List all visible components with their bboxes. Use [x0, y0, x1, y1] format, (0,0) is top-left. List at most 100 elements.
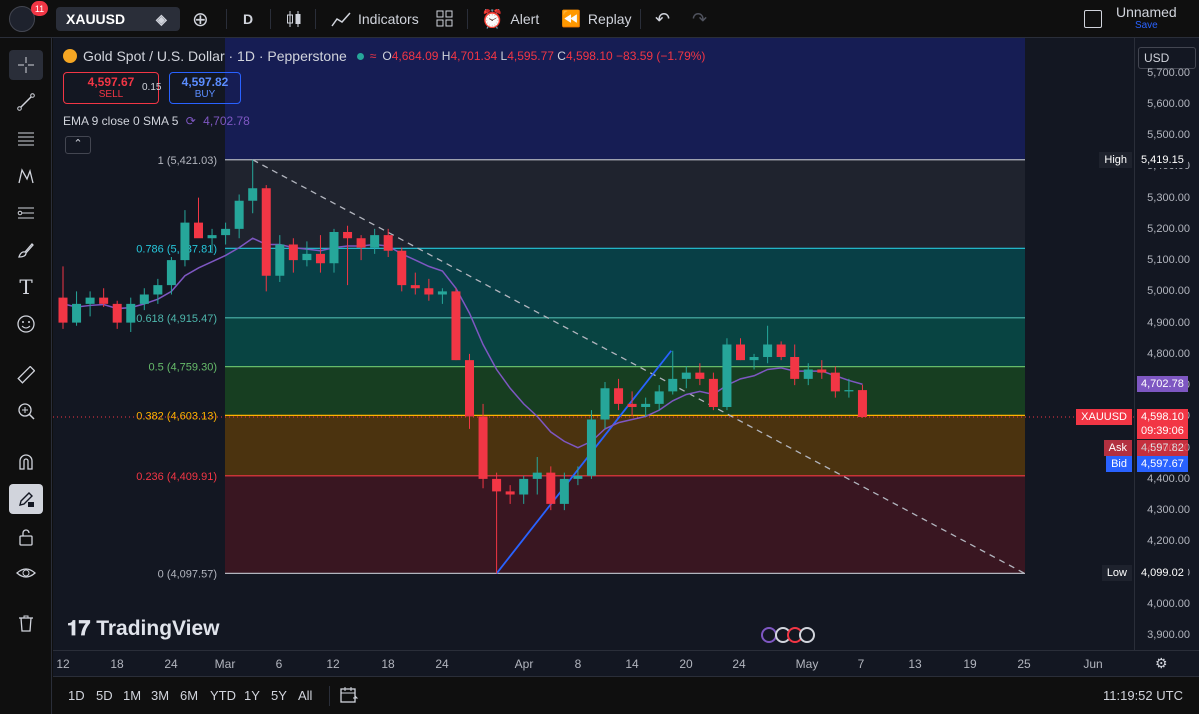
- economic-event-icon: [761, 627, 777, 643]
- bid-label: Bid: [1106, 455, 1132, 472]
- text-tool-icon[interactable]: T: [9, 272, 43, 302]
- undo-icon[interactable]: ↶: [655, 0, 670, 38]
- time-tick-label: 8: [574, 657, 582, 671]
- candle-body: [112, 303, 122, 323]
- range-button-5d[interactable]: 5D: [96, 688, 113, 703]
- range-button-ytd[interactable]: YTD: [210, 688, 236, 703]
- high-price-badge: 5,419.15: [1137, 152, 1188, 169]
- candle-body: [505, 491, 515, 495]
- range-button-6m[interactable]: 6M: [180, 688, 198, 703]
- candle-body: [830, 372, 840, 392]
- time-tick-label: Jun: [1083, 657, 1103, 671]
- candle-body: [532, 472, 542, 479]
- pattern-icon[interactable]: [9, 161, 43, 191]
- time-tick-label: 12: [56, 657, 70, 671]
- range-button-3m[interactable]: 3M: [151, 688, 169, 703]
- price-tick-label: 4,800.00: [1147, 347, 1190, 360]
- candle-body: [248, 188, 258, 201]
- indicators-icon: [331, 12, 351, 27]
- price-tick-label: 4,200.00: [1147, 535, 1190, 548]
- candle-body: [153, 285, 163, 295]
- crosshair-icon[interactable]: [9, 50, 43, 80]
- fib-zone-0.5: [225, 366, 1025, 416]
- projection-icon[interactable]: [9, 198, 43, 228]
- candle-body: [749, 357, 759, 361]
- candle-body: [519, 478, 529, 495]
- fib-zone-0.382: [225, 415, 1025, 476]
- goto-date-icon[interactable]: [339, 686, 359, 709]
- candle-body: [763, 344, 773, 358]
- eye-icon[interactable]: [9, 558, 43, 588]
- time-tick-label: 24: [732, 657, 746, 671]
- interval-button[interactable]: D: [243, 0, 253, 38]
- candle-body: [370, 235, 380, 248]
- time-tick-label: 24: [435, 657, 449, 671]
- ruler-icon[interactable]: [9, 360, 43, 390]
- trash-icon[interactable]: [9, 608, 43, 638]
- buy-button[interactable]: 4,597.82 BUY: [169, 72, 241, 104]
- spread-value: 0.15: [142, 82, 162, 93]
- price-tick-label: 5,700.00: [1147, 66, 1190, 79]
- time-tick-label: 13: [908, 657, 922, 671]
- candle-body: [573, 475, 583, 479]
- chart-title: Gold Spot / U.S. Dollar · 1D · Peppersto…: [83, 48, 347, 64]
- emoji-icon[interactable]: [9, 309, 43, 339]
- time-tick-label: 7: [857, 657, 865, 671]
- time-tick-label: 24: [164, 657, 178, 671]
- ema-legend[interactable]: EMA 9 close 0 SMA 5 ⟳ 4,702.78: [63, 114, 250, 128]
- fib-label-0.5: 0.5 (4,759.30): [149, 362, 218, 374]
- range-button-5y[interactable]: 5Y: [271, 688, 287, 703]
- magnet-icon[interactable]: [9, 447, 43, 477]
- candle-body: [465, 360, 474, 417]
- bid-price-badge: 4,597.67: [1137, 455, 1188, 472]
- range-button-1m[interactable]: 1M: [123, 688, 141, 703]
- time-tick-label: 25: [1017, 657, 1031, 671]
- candle-body: [302, 253, 312, 261]
- time-axis[interactable]: 12 18 24 Mar 6 12 18 24 Apr 8 14 20 24 May 7 13 19 25 Jun …: [53, 650, 1199, 676]
- candle-body: [776, 344, 786, 358]
- candle-body: [654, 391, 664, 404]
- compare-plus-icon[interactable]: ⊕: [192, 0, 209, 38]
- symbol-name: XAUUSD: [66, 11, 126, 27]
- candle-body: [315, 253, 325, 264]
- price-tick-label: 5,200.00: [1147, 222, 1190, 235]
- candle-body: [614, 388, 624, 404]
- range-button-1d[interactable]: 1D: [68, 688, 85, 703]
- brush-icon[interactable]: [9, 235, 43, 265]
- range-button-all[interactable]: All: [298, 688, 312, 703]
- candle-style-icon[interactable]: [286, 0, 302, 38]
- price-tick-label: 5,600.00: [1147, 97, 1190, 110]
- lock-icon[interactable]: [9, 522, 43, 552]
- candle-body: [600, 388, 610, 420]
- range-button-1y[interactable]: 1Y: [244, 688, 260, 703]
- candle-body: [451, 291, 461, 361]
- ask-label: Ask: [1103, 439, 1132, 456]
- fib-lines-icon[interactable]: [9, 124, 43, 154]
- ohlc-values: O4,684.09 H4,701.34 L4,595.77 C4,598.10 …: [382, 49, 706, 63]
- price-tick-label: 5,000.00: [1147, 285, 1190, 298]
- lock-drawing-pencil-icon[interactable]: [9, 484, 43, 514]
- candle-body: [261, 188, 271, 276]
- candle-body: [681, 372, 691, 379]
- redo-icon[interactable]: ↷: [692, 0, 707, 38]
- candle-body: [857, 390, 867, 417]
- replay-button[interactable]: ⏪ Replay: [561, 0, 632, 38]
- candle-body: [126, 303, 136, 323]
- fib-zone-0.786: [225, 248, 1025, 318]
- zoom-in-icon[interactable]: [9, 396, 43, 426]
- collapse-legend-button[interactable]: ⌃: [65, 136, 91, 154]
- settings-gear-icon[interactable]: ⚙: [1155, 655, 1168, 672]
- price-axis[interactable]: USD 3,900.004,000.004,100.004,200.004,30…: [1134, 38, 1199, 650]
- templates-grid-icon[interactable]: [436, 0, 454, 38]
- trend-line-icon[interactable]: [9, 87, 43, 117]
- candle-body: [180, 222, 190, 261]
- price-chart[interactable]: 1 (5,421.03) 0.786 (5,137.81) 0.618 (4,915…: [53, 38, 1134, 650]
- fib-zone-0.236: [225, 475, 1025, 574]
- candle-body: [139, 294, 149, 304]
- symbol-search[interactable]: XAUUSD ◈: [56, 7, 180, 31]
- candlestick-chart[interactable]: 1 (5,421.03) 0.786 (5,137.81) 0.618 (4,915…: [53, 38, 1134, 650]
- indicators-button[interactable]: Indicators: [331, 0, 419, 38]
- layout-checkbox-icon[interactable]: [1084, 0, 1102, 38]
- layout-name-button[interactable]: Unnamed Save: [1116, 0, 1177, 38]
- alert-button[interactable]: ⏰ Alert: [481, 0, 539, 38]
